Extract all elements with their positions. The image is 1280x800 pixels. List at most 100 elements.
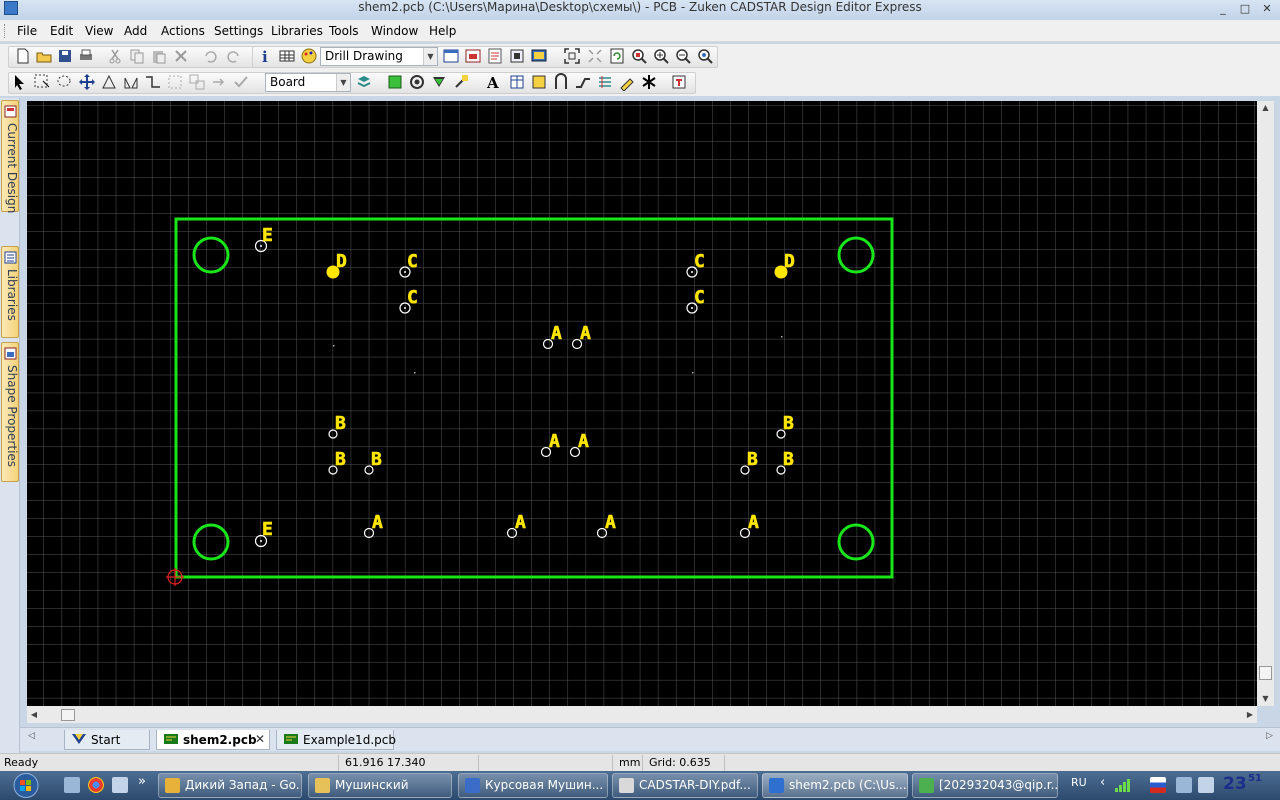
add-rectangle-icon[interactable]: [386, 73, 404, 91]
add-figure-icon[interactable]: [670, 73, 688, 91]
start-button[interactable]: [6, 771, 46, 800]
add-table-icon[interactable]: [508, 73, 526, 91]
zoom-extents-icon[interactable]: [586, 47, 604, 65]
menu-settings[interactable]: Settings: [214, 23, 263, 39]
grid-icon[interactable]: [508, 47, 526, 65]
horizontal-scrollbar[interactable]: ◀ ▶: [27, 706, 1257, 723]
pcb-drawing[interactable]: E E D D C C C C A A A A A A A A B B B B …: [27, 101, 1257, 706]
network-icon[interactable]: [1176, 777, 1192, 793]
lasso-icon[interactable]: [55, 73, 73, 91]
volume-icon[interactable]: [1198, 777, 1214, 793]
add-fill-icon[interactable]: [530, 73, 548, 91]
new-file-icon[interactable]: [14, 47, 32, 65]
taskbar-button-folder[interactable]: Мушинский: [308, 773, 452, 798]
move-icon[interactable]: [78, 73, 96, 91]
language-indicator[interactable]: RU: [1071, 776, 1087, 789]
add-route-icon[interactable]: [574, 73, 592, 91]
chrome-icon[interactable]: [88, 777, 104, 793]
paste-icon[interactable]: [150, 47, 168, 65]
more-quicklaunch[interactable]: »: [138, 774, 146, 789]
show-desktop-icon[interactable]: [64, 777, 80, 793]
select-area-icon[interactable]: [33, 73, 51, 91]
scroll-up-arrow[interactable]: ▲: [1257, 101, 1274, 115]
info-icon[interactable]: i: [256, 47, 274, 65]
scroll-left-arrow[interactable]: ◀: [27, 706, 41, 723]
zoom-window-icon[interactable]: [630, 47, 648, 65]
horizontal-scroll-thumb[interactable]: [61, 709, 75, 721]
menu-tools[interactable]: Tools: [329, 23, 359, 39]
tab-close-icon[interactable]: ✕: [255, 730, 265, 748]
palette-icon[interactable]: [300, 47, 318, 65]
scroll-right-arrow[interactable]: ▶: [1243, 706, 1257, 723]
redo-icon[interactable]: [225, 47, 243, 65]
menu-view[interactable]: View: [85, 23, 113, 39]
add-jumper-icon[interactable]: [552, 73, 570, 91]
tab-start-page[interactable]: Start Page: [64, 730, 150, 765]
select-pointer-icon[interactable]: [11, 73, 29, 91]
table-icon[interactable]: [278, 47, 296, 65]
print-icon[interactable]: [77, 47, 95, 65]
copy-icon[interactable]: [128, 47, 146, 65]
delete-icon[interactable]: [172, 47, 190, 65]
add-asterisk-icon[interactable]: [640, 73, 658, 91]
layer-stack-icon[interactable]: [355, 73, 373, 91]
taskbar-button-pdf[interactable]: CADSTAR-DIY.pdf...: [612, 773, 758, 798]
dock-tab-libraries[interactable]: Libraries: [1, 246, 19, 338]
add-circle-icon[interactable]: [408, 73, 426, 91]
signal-strength-icon[interactable]: [1114, 777, 1132, 793]
mirror-icon[interactable]: [122, 73, 140, 91]
menu-add[interactable]: Add: [124, 23, 147, 39]
ungroup-icon[interactable]: [188, 73, 206, 91]
close-button[interactable]: ✕: [1256, 2, 1278, 16]
add-component-icon[interactable]: [430, 73, 448, 91]
tabs-scroll-right-icon[interactable]: ▷: [1266, 731, 1273, 741]
clock-minutes[interactable]: 51: [1248, 773, 1262, 784]
tab-shem2[interactable]: shem2.pcb ✕: [156, 730, 270, 750]
save-icon[interactable]: [56, 47, 74, 65]
taskbar-button-word[interactable]: Курсовая Мушин...: [458, 773, 608, 798]
vertical-scroll-thumb[interactable]: [1259, 666, 1272, 680]
add-connection-icon[interactable]: [452, 73, 470, 91]
layer-combo[interactable]: Board ▼: [265, 73, 351, 92]
report-icon[interactable]: [486, 47, 504, 65]
tab-example1d[interactable]: Example1d.pcb: [276, 730, 396, 750]
cut-icon[interactable]: [106, 47, 124, 65]
color-window-icon[interactable]: [464, 47, 482, 65]
dock-tab-shape-properties[interactable]: Shape Properties: [1, 342, 19, 482]
maximize-button[interactable]: □: [1234, 2, 1256, 16]
view-combo-arrow[interactable]: ▼: [423, 48, 437, 65]
menu-file[interactable]: File: [17, 23, 37, 39]
scroll-down-arrow[interactable]: ▼: [1257, 692, 1274, 706]
add-dimension-icon[interactable]: [618, 73, 636, 91]
menu-actions[interactable]: Actions: [161, 23, 205, 39]
flag-icon[interactable]: [1150, 777, 1166, 793]
rotate-icon[interactable]: [100, 73, 118, 91]
menu-help[interactable]: Help: [429, 23, 456, 39]
taskbar-button-chrome[interactable]: Дикий Запад - Go...: [158, 773, 302, 798]
tray-expand-icon[interactable]: ‹: [1100, 775, 1105, 790]
view-combo[interactable]: Drill Drawing ▼: [320, 47, 438, 66]
minimize-button[interactable]: _: [1212, 2, 1234, 16]
add-bus-icon[interactable]: [596, 73, 614, 91]
display-icon[interactable]: [530, 47, 548, 65]
refresh-icon[interactable]: [608, 47, 626, 65]
vertical-scrollbar[interactable]: ▲ ▼: [1257, 101, 1274, 706]
design-canvas[interactable]: E E D D C C C C A A A A A A A A B B B B …: [27, 101, 1257, 706]
zoom-fit-icon[interactable]: [563, 47, 581, 65]
clock-hours[interactable]: 23: [1223, 774, 1247, 794]
group-icon[interactable]: [166, 73, 184, 91]
menu-libraries[interactable]: Libraries: [271, 23, 323, 39]
zoom-in-icon[interactable]: [652, 47, 670, 65]
menu-edit[interactable]: Edit: [50, 23, 73, 39]
layer-window-icon[interactable]: [442, 47, 460, 65]
explorer-icon[interactable]: [112, 777, 128, 793]
check-icon[interactable]: [232, 73, 250, 91]
undo-icon[interactable]: [201, 47, 219, 65]
layer-combo-arrow[interactable]: ▼: [336, 74, 350, 91]
zoom-previous-icon[interactable]: [696, 47, 714, 65]
zoom-out-icon[interactable]: [674, 47, 692, 65]
taskbar-button-cadstar[interactable]: shem2.pcb (C:\Us...: [762, 773, 908, 798]
shape-edit-icon[interactable]: [144, 73, 162, 91]
dock-tab-current-design[interactable]: Current Design: [1, 100, 19, 213]
open-folder-icon[interactable]: [35, 47, 53, 65]
